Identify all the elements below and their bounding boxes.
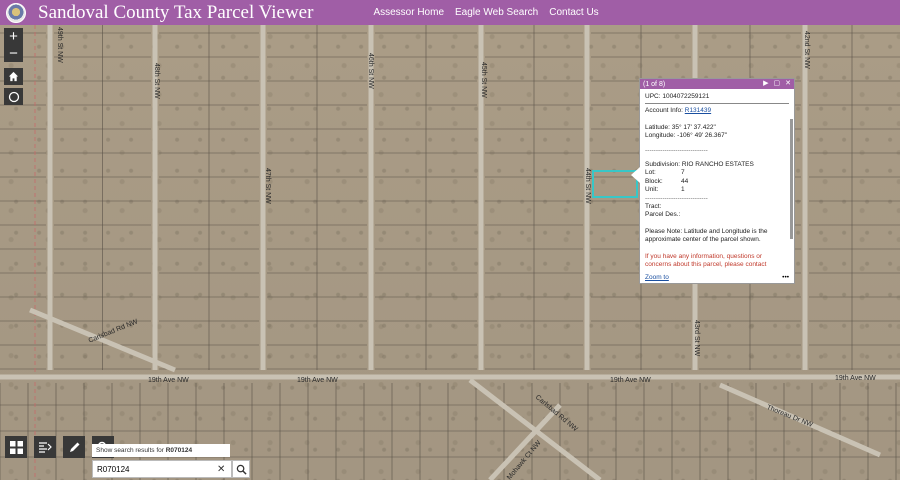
search-input[interactable] bbox=[93, 463, 217, 475]
road-label: 46th St NW bbox=[367, 53, 374, 89]
clear-icon[interactable]: ✕ bbox=[217, 464, 225, 475]
block-row: Block: 44 bbox=[645, 177, 689, 185]
county-seal-logo bbox=[6, 2, 26, 23]
divider-dashes: ----------------------------- bbox=[645, 194, 708, 202]
next-feature-icon[interactable]: ▶ bbox=[763, 79, 768, 87]
maximize-icon[interactable]: ▢ bbox=[774, 79, 781, 87]
grid-icon bbox=[9, 440, 23, 454]
parcel-popup: (1 of 8) ▶ ▢ ✕ UPC: 1004072259121 Accoun… bbox=[631, 78, 795, 284]
coordinate-note: Please Note: Latitude and Longitude is t… bbox=[645, 227, 768, 244]
road-label: 49th St NW bbox=[56, 27, 63, 63]
road-label: 19th Ave NW bbox=[297, 377, 338, 384]
search-box: ✕ bbox=[92, 460, 232, 478]
road-label: 44th St NW bbox=[584, 168, 591, 204]
nav-eagle-web-search[interactable]: Eagle Web Search bbox=[455, 7, 538, 18]
popup-counter: (1 of 8) bbox=[643, 80, 666, 88]
road-label: 19th Ave NW bbox=[610, 377, 651, 384]
app-header: Sandoval County Tax Parcel Viewer Assess… bbox=[0, 0, 900, 25]
road-label: 48th St NW bbox=[153, 63, 160, 99]
road-label: 19th Ave NW bbox=[148, 377, 189, 384]
road-label: 45th St NW bbox=[480, 62, 487, 98]
locate-icon bbox=[8, 91, 19, 102]
popup-header: (1 of 8) ▶ ▢ ✕ bbox=[640, 79, 794, 89]
zoom-to-link[interactable]: Zoom to bbox=[645, 274, 669, 281]
popup-footer: Zoom to ••• bbox=[645, 274, 789, 281]
account-info: Account Info: R131439 bbox=[645, 107, 712, 115]
pencil-icon bbox=[69, 442, 79, 452]
draw-tool-button[interactable] bbox=[63, 436, 85, 458]
locate-button[interactable] bbox=[4, 88, 23, 105]
header-nav: Assessor Home Eagle Web Search Contact U… bbox=[373, 7, 609, 18]
page-title: Sandoval County Tax Parcel Viewer bbox=[38, 1, 314, 23]
nav-contact-us[interactable]: Contact Us bbox=[549, 7, 598, 18]
tract-text: Tract: bbox=[645, 203, 662, 211]
upc-text: UPC: 1004072259121 bbox=[645, 93, 710, 100]
layer-list-button[interactable] bbox=[34, 436, 56, 458]
longitude-text: Longitude: -106° 49' 26.367" bbox=[645, 132, 728, 140]
search-icon bbox=[236, 464, 247, 475]
road-label: 19th Ave NW bbox=[835, 375, 876, 382]
account-link[interactable]: R131439 bbox=[685, 107, 711, 114]
contact-note: If you have any information, questions o… bbox=[645, 252, 767, 269]
road-label: 43rd St NW bbox=[693, 320, 700, 357]
search-submit-button[interactable] bbox=[232, 460, 250, 478]
zoom-in-button[interactable]: + bbox=[4, 28, 23, 45]
road-label: 42nd St NW bbox=[803, 31, 810, 69]
more-actions-icon[interactable]: ••• bbox=[782, 274, 789, 281]
parcel-des-text: Parcel Des.: bbox=[645, 211, 681, 219]
close-icon[interactable]: ✕ bbox=[785, 79, 791, 87]
search-suggestion[interactable]: Show search results for R070124 bbox=[92, 444, 230, 457]
road-label: 47th St NW bbox=[264, 168, 271, 204]
divider-dashes: ----------------------------- bbox=[645, 146, 708, 154]
nav-assessor-home[interactable]: Assessor Home bbox=[373, 7, 444, 18]
latitude-text: Latitude: 35° 17' 37.422" bbox=[645, 123, 716, 131]
unit-row: Unit: 1 bbox=[645, 186, 685, 194]
subdivision-text: Subdivision: RIO RANCHO ESTATES bbox=[645, 161, 754, 169]
popup-scrollbar[interactable] bbox=[790, 119, 793, 239]
lot-row: Lot: 7 bbox=[645, 169, 685, 177]
zoom-out-button[interactable]: − bbox=[4, 45, 23, 62]
layers-icon bbox=[39, 442, 52, 453]
popup-content: UPC: 1004072259121 Account Info: R131439… bbox=[640, 89, 794, 269]
home-icon bbox=[8, 71, 19, 82]
home-button[interactable] bbox=[4, 68, 23, 85]
basemap-gallery-button[interactable] bbox=[5, 436, 27, 458]
